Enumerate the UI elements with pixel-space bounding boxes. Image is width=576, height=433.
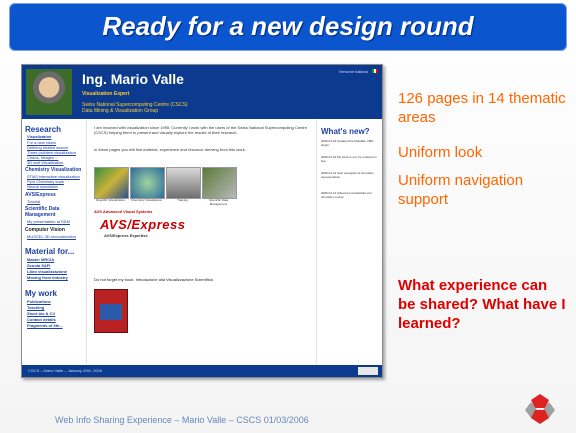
site-role: Visualization Expert [82, 91, 130, 97]
book-cover[interactable] [94, 289, 128, 333]
site-footer-text: CSCS – Mario Valle – January 20th, 2006 [28, 368, 102, 373]
thumb-caption: Training [177, 198, 188, 202]
thumb-chemistry[interactable] [130, 167, 165, 199]
thumb-data-management[interactable] [202, 167, 237, 199]
author-photo [26, 69, 72, 115]
bullet-pages: 126 pages in 14 thematic areas [398, 90, 566, 126]
slide: Ready for a new design round Ing. Mario … [0, 0, 576, 433]
italian-flag-icon[interactable] [372, 69, 378, 73]
avs-product: AVS/Express [100, 217, 186, 232]
nav-link[interactable]: Neural simulation [27, 184, 58, 189]
nav-link[interactable]: Tutorial [27, 199, 40, 204]
slide-footer: Web Info Sharing Experience – Mario Vall… [55, 415, 309, 425]
avs-logo[interactable]: AVS Advanced Visual Systems AVS/Express … [94, 209, 190, 239]
nav-link[interactable]: Contact details [27, 317, 56, 322]
book-line[interactable]: Do not forget my book: Introduzione alla… [94, 277, 312, 282]
nav-section-avs[interactable]: AVS/Express [25, 192, 56, 198]
bullet-look: Uniform look [398, 144, 483, 161]
news-item[interactable]: 2006-01-21 New examples of chemistry rep… [321, 171, 379, 179]
nav-link[interactable]: Scuola SAFI [27, 263, 50, 268]
avs-expertise: AVS/Express Expertise [104, 233, 148, 238]
nav-link[interactable]: 3D and Visualization [27, 160, 63, 165]
nav-link[interactable]: My presentation at SDM [27, 219, 70, 224]
site-footer: CSCS – Mario Valle – January 20th, 2006 [22, 365, 382, 377]
nav-link[interactable]: Moving from industry [27, 275, 68, 280]
nav-link[interactable]: Master MRCIA [27, 257, 54, 262]
intro-text: I am involved with visualization since 1… [94, 125, 307, 135]
w3c-badge[interactable] [358, 367, 378, 375]
nav-link[interactable]: Teaching [27, 305, 44, 310]
nav-section-chemistry[interactable]: Chemistry Visualization [25, 167, 81, 173]
website-screenshot: Ing. Mario Valle Visualization Expert Sw… [21, 64, 383, 378]
nav-section-sdm[interactable]: Scientific Data Management [25, 206, 83, 218]
question-text: What experience can be shared? What have… [398, 277, 566, 332]
thumb-training[interactable] [166, 167, 201, 199]
site-org: Swiss National Supercomputing Centre (CS… [82, 102, 188, 114]
nav-link[interactable]: Visualization [27, 134, 51, 139]
thumb-caption: Scientific Data Management [208, 198, 229, 206]
site-org-line2: Data Mining & Visualization Group [82, 108, 159, 114]
nav-link[interactable]: Fragments of life... [27, 323, 63, 328]
site-name: Ing. Mario Valle [82, 71, 184, 87]
news-item[interactable]: 2006-01-20 My book is out, be ordered on… [321, 155, 379, 163]
slide-title: Ready for a new design round [102, 11, 474, 41]
nav-link[interactable]: MUSCEL 3D reconstruction [27, 234, 76, 239]
nav-section-vision[interactable]: Computer Vision [25, 227, 65, 233]
whats-new-title: What's new? [321, 127, 370, 136]
nav-section-work[interactable]: My work [25, 289, 57, 298]
nav-link[interactable]: Libro visualizzazione [27, 269, 67, 274]
bullet-navigation: Uniform navigation support [398, 172, 524, 208]
site-header: Ing. Mario Valle Visualization Expert Sw… [22, 65, 382, 119]
news-item[interactable]: 2006-01-20 Updated the MolekEL VMD plugi… [321, 139, 379, 147]
thumb-visualization[interactable] [94, 167, 129, 199]
site-left-nav: Research Visualization For a new vision … [22, 119, 87, 377]
nav-link[interactable]: Publications [27, 299, 51, 304]
nav-link[interactable]: Short bio & CV [27, 311, 55, 316]
cscs-logo-icon [525, 394, 555, 424]
thumb-caption: Scientific Visualization [95, 198, 126, 202]
thumb-caption: Chemistry Visualization [130, 198, 163, 202]
language-link[interactable]: Versione italiana [339, 69, 368, 74]
whats-new-column: What's new? 2006-01-20 Updated the Molek… [316, 119, 382, 377]
nav-section-research[interactable]: Research [25, 125, 61, 134]
news-item[interactable]: 2006-01-12 Advanced visualization for ch… [321, 191, 379, 199]
avs-company: AVS Advanced Visual Systems [94, 209, 153, 214]
title-bar: Ready for a new design round [9, 3, 567, 51]
intro-text-2: In these pages you will find material, e… [94, 147, 246, 152]
nav-section-material[interactable]: Material for... [25, 247, 74, 256]
